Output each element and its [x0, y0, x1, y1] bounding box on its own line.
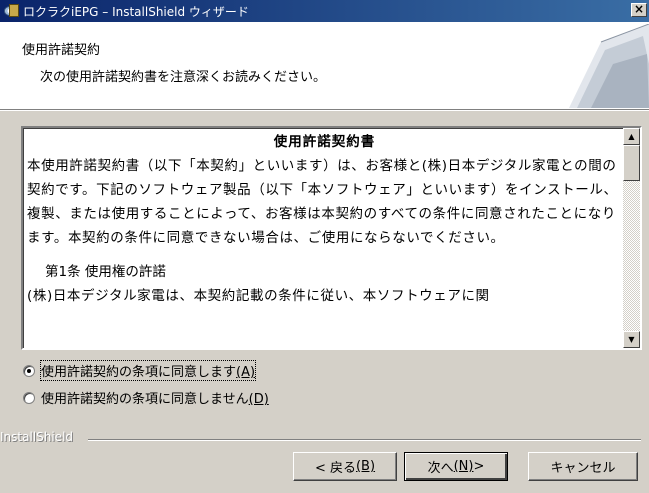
close-button[interactable]: × [631, 3, 647, 17]
page-title: 使用許諾契約 [22, 43, 101, 58]
accept-option[interactable]: 使用許諾契約の条項に同意します(A) [23, 360, 257, 381]
wizard-header: 使用許諾契約 次の使用許諾契約書を注意深くお読みください。 [0, 22, 649, 111]
title-bar: ロクラクiEPG – InstallShield ウィザード × [0, 0, 649, 22]
decline-option[interactable]: 使用許諾契約の条項に同意しません(D) [23, 388, 269, 407]
back-button[interactable]: < 戻る (B) [293, 452, 397, 481]
next-button[interactable]: 次へ (N) > [404, 452, 508, 481]
accept-radio[interactable] [23, 364, 35, 377]
scroll-thumb[interactable] [623, 145, 640, 181]
scroll-up-button[interactable]: ▲ [623, 128, 640, 145]
article-title: 第1条 使用権の許諾 [45, 264, 166, 280]
cancel-button[interactable]: キャンセル [528, 452, 638, 481]
license-paragraph: 本使用許諾契約書（以下「本契約」といいます）は、お客様と(株)日本デジタル家電と… [27, 158, 618, 246]
installer-icon [3, 3, 19, 19]
window-title: ロクラクiEPG – InstallShield ウィザード [23, 4, 249, 19]
brand-divider [88, 439, 641, 441]
scroll-down-button[interactable]: ▼ [623, 331, 640, 348]
header-graphic-icon [569, 24, 649, 108]
license-heading: 使用許諾契約書 [273, 134, 376, 150]
accept-label[interactable]: 使用許諾契約の条項に同意します(A) [39, 360, 257, 381]
license-scrollbar[interactable]: ▲ ▼ [623, 128, 640, 348]
article-text: (株)日本デジタル家電は、本契約記載の条件に従い、本ソフトウェアに関 [27, 288, 490, 304]
installshield-brand: InstallShield [0, 430, 74, 444]
license-textbox[interactable]: 使用許諾契約書 本使用許諾契約書（以下「本契約」といいます）は、お客様と(株)日… [21, 126, 642, 350]
page-subtitle: 次の使用許諾契約書を注意深くお読みください。 [40, 70, 327, 85]
decline-radio[interactable] [23, 391, 35, 404]
license-content: 使用許諾契約書 本使用許諾契約書（以下「本契約」といいます）は、お客様と(株)日… [27, 130, 622, 348]
decline-label[interactable]: 使用許諾契約の条項に同意しません(D) [41, 388, 269, 407]
